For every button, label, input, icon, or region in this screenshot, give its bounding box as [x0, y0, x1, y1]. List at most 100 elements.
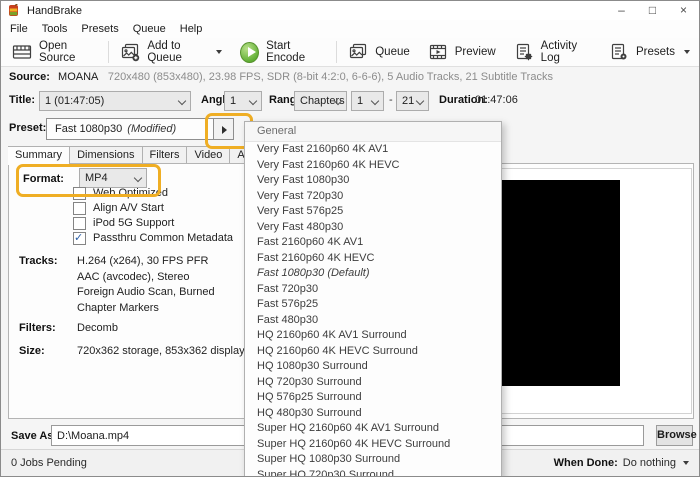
range-type-select[interactable]: Chapters	[294, 91, 347, 111]
checkbox-label: Passthru Common Metadata	[93, 231, 233, 246]
preset-item[interactable]: Super HQ 1080p30 Surround	[245, 452, 501, 468]
format-value: MP4	[85, 172, 108, 184]
preset-item[interactable]: Fast 576p25	[245, 297, 501, 313]
preset-item[interactable]: Fast 2160p60 4K HEVC	[245, 251, 501, 267]
checkbox-row[interactable]: ✓ Align A/V Start	[73, 201, 233, 216]
source-name: MOANA	[58, 71, 98, 83]
checkbox-row[interactable]: ✓ Web Optimized	[73, 186, 233, 201]
preset-item[interactable]: HQ 720p30 Surround	[245, 375, 501, 391]
menu-item[interactable]: Tools	[35, 20, 75, 38]
preset-label: Preset:	[9, 122, 46, 134]
jobs-pending-status: 0 Jobs Pending	[11, 457, 87, 469]
chevron-down-icon	[371, 97, 379, 105]
queue-button[interactable]: Queue	[339, 39, 419, 66]
checkbox[interactable]: ✓	[73, 217, 86, 230]
checkbox[interactable]: ✓	[73, 202, 86, 215]
menu-item[interactable]: Help	[173, 20, 210, 38]
toolbar: Open Source Add to Queue Start Encode	[1, 38, 699, 67]
chevron-down-icon	[249, 97, 257, 105]
preset-value: Fast 1080p30	[55, 123, 122, 135]
range-to-select[interactable]: 21	[396, 91, 429, 111]
when-done-control[interactable]: When Done: Do nothing	[554, 457, 689, 469]
preview-label: Preview	[455, 46, 496, 58]
preset-item[interactable]: Very Fast 2160p60 4K HEVC	[245, 158, 501, 174]
preset-group-header: General	[245, 122, 501, 142]
presets-button[interactable]: Presets	[600, 39, 699, 66]
activity-log-button[interactable]: Activity Log	[505, 39, 600, 66]
preset-item[interactable]: Fast 2160p60 4K AV1	[245, 235, 501, 251]
preset-item[interactable]: HQ 576p25 Surround	[245, 390, 501, 406]
tab[interactable]: Summary	[8, 146, 70, 165]
when-done-value: Do nothing	[623, 457, 676, 469]
preset-item[interactable]: Very Fast 480p30	[245, 220, 501, 236]
handbrake-logo-icon	[7, 4, 20, 17]
checkbox-row[interactable]: ✓ iPod 5G Support	[73, 216, 233, 231]
filters-label: Filters:	[19, 322, 56, 334]
preset-item[interactable]: Super HQ 2160p60 4K AV1 Surround	[245, 421, 501, 437]
minimize-button[interactable]: –	[606, 1, 637, 20]
preset-item[interactable]: Very Fast 576p25	[245, 204, 501, 220]
preset-item[interactable]: HQ 1080p30 Surround	[245, 359, 501, 375]
menu-bar: FileToolsPresetsQueueHelp	[1, 20, 699, 38]
play-icon	[240, 42, 259, 63]
duration-value: 01:47:06	[475, 94, 518, 106]
preset-item[interactable]: Fast 1080p30 (Default)	[245, 266, 501, 282]
summary-checkboxes: ✓ Web Optimized ✓ Align A/V Start ✓ iPod…	[73, 186, 233, 246]
presets-icon	[609, 42, 629, 62]
checkbox[interactable]: ✓	[73, 187, 86, 200]
preview-icon	[428, 42, 448, 62]
checkbox-label: iPod 5G Support	[93, 216, 174, 231]
checkbox[interactable]: ✓	[73, 232, 86, 245]
range-from-select[interactable]: 1	[351, 91, 384, 111]
preset-select[interactable]: Fast 1080p30 (Modified)	[46, 118, 214, 140]
title-label: Title:	[9, 94, 35, 106]
menu-item[interactable]: Queue	[126, 20, 173, 38]
menu-item[interactable]: Presets	[74, 20, 125, 38]
summary-track-line: H.264 (x264), 30 FPS PFR	[77, 254, 215, 270]
preset-item[interactable]: Very Fast 2160p60 4K AV1	[245, 142, 501, 158]
preset-item[interactable]: HQ 2160p60 4K AV1 Surround	[245, 328, 501, 344]
source-label: Source:	[9, 71, 50, 83]
format-select[interactable]: MP4	[79, 168, 147, 188]
preset-item[interactable]: HQ 480p30 Surround	[245, 406, 501, 422]
start-encode-button[interactable]: Start Encode	[231, 39, 334, 66]
open-source-button[interactable]: Open Source	[3, 39, 106, 66]
preset-item[interactable]: Fast 720p30	[245, 282, 501, 298]
browse-button[interactable]: Browse	[656, 425, 693, 446]
chevron-down-icon	[416, 97, 424, 105]
preset-item[interactable]: Fast 480p30	[245, 313, 501, 329]
presets-label: Presets	[636, 46, 675, 58]
title-bar: HandBrake – □ ×	[1, 1, 699, 20]
size-label: Size:	[19, 345, 45, 357]
preset-item[interactable]: HQ 2160p60 4K HEVC Surround	[245, 344, 501, 360]
chevron-down-icon	[178, 97, 186, 105]
preview-button[interactable]: Preview	[419, 39, 505, 66]
chevron-down-icon	[683, 461, 689, 465]
close-button[interactable]: ×	[668, 1, 699, 20]
filters-value: Decomb	[77, 322, 118, 334]
tab[interactable]: Filters	[143, 146, 188, 164]
preset-dropdown-arrow-button[interactable]	[213, 118, 234, 140]
maximize-button[interactable]: □	[637, 1, 668, 20]
start-encode-label: Start Encode	[266, 40, 325, 64]
angle-select[interactable]: 1	[224, 91, 262, 111]
preset-item[interactable]: Super HQ 2160p60 4K HEVC Surround	[245, 437, 501, 453]
handbrake-window: HandBrake – □ × FileToolsPresetsQueueHel…	[0, 0, 700, 477]
preset-modified-flag: (Modified)	[127, 123, 176, 135]
preset-item[interactable]: Super HQ 720p30 Surround	[245, 468, 501, 477]
checkbox-label: Align A/V Start	[93, 201, 164, 216]
preset-item[interactable]: Very Fast 1080p30	[245, 173, 501, 189]
tab[interactable]: Dimensions	[70, 146, 142, 164]
checkbox-label: Web Optimized	[93, 186, 168, 201]
activity-log-icon	[514, 42, 534, 62]
add-to-queue-button[interactable]: Add to Queue	[111, 39, 231, 66]
preset-list: Very Fast 2160p60 4K AV1Very Fast 2160p6…	[245, 142, 501, 477]
menu-item[interactable]: File	[3, 20, 35, 38]
preset-item[interactable]: Very Fast 720p30	[245, 189, 501, 205]
checkbox-row[interactable]: ✓ Passthru Common Metadata	[73, 231, 233, 246]
title-select[interactable]: 1 (01:47:05)	[39, 91, 191, 111]
activity-log-label: Activity Log	[541, 40, 591, 64]
when-done-label: When Done:	[554, 457, 618, 469]
tab[interactable]: Video	[187, 146, 230, 164]
size-value: 720x362 storage, 853x362 display	[77, 345, 245, 357]
